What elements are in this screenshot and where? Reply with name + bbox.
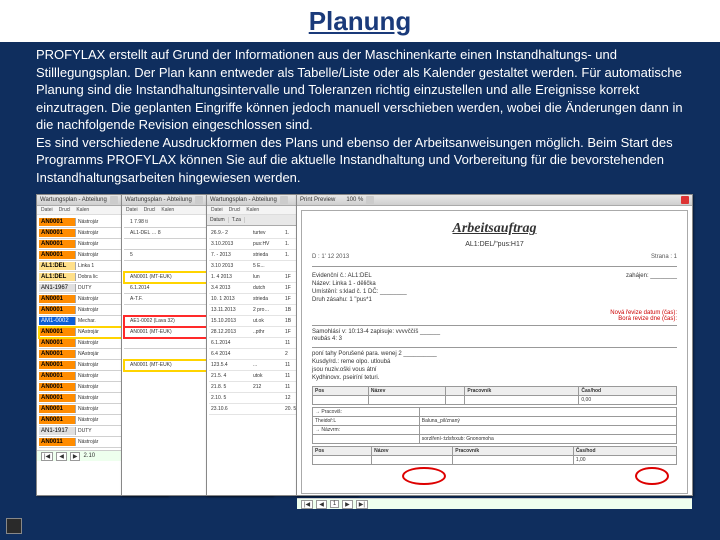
pager-page: 1 [330,500,339,508]
window-title: Wartungsplan - Abteilung [125,197,192,203]
close-icon[interactable] [681,196,689,204]
pager-first[interactable]: |◀ [301,500,313,509]
menu-datei[interactable]: Datei [126,207,138,213]
menu-kalen[interactable]: Kalen [246,207,259,213]
pager-next[interactable]: ▶ [342,500,353,509]
report-subtitle: AL1:DEL/"pus:H17 [312,241,677,248]
menu-druck[interactable]: Drucl [144,207,156,213]
highlight-circle-1 [402,467,446,485]
body-paragraph: PROFYLAX erstellt auf Grund der Informat… [0,42,720,194]
report-title: Arbeitsauftrag [312,221,677,237]
slide-bullet [6,518,22,534]
report-block-2: Samohlásí v: 10:13-4 zapisuje: vvvvččíš … [312,329,677,345]
titlebar: Print Preview 100 % [297,195,692,206]
menu-kalen[interactable]: Kalen [76,207,89,213]
menu-druck[interactable]: Drucl [59,207,71,213]
preview-pager[interactable]: |◀ ◀ 1 ▶ ▶| [297,498,692,509]
menu-kalen[interactable]: Kalen [161,207,174,213]
pager-prev[interactable]: ◀ [56,452,67,461]
highlight-circle-2 [635,467,669,485]
panel-print-preview: Print Preview 100 % Arbeitsauftrag AL1:D… [296,194,693,496]
zoom-indicator[interactable]: 100 % [346,197,363,203]
pager-date: 2.10 [83,453,95,459]
menu-datei[interactable]: Datei [41,207,53,213]
report-page-num: Strana : 1 [651,254,677,260]
report-table-2: → Pracoviš: Theidoř:LBaluna_pil/znaný→ N… [312,407,677,444]
report-block-right: zahájen: ________ [626,273,677,304]
minimize-icon[interactable] [280,196,288,204]
report-page: Arbeitsauftrag AL1:DEL/"pus:H17 D : 1' 1… [301,210,688,494]
menu-druck[interactable]: Drucl [229,207,241,213]
pager-first[interactable]: |◀ [41,452,53,461]
report-table-1: PosNázevPracovníkČas/hod0,00 [312,386,677,405]
report-block-3: poní tahy Porušené para. wenej 2 _______… [312,351,677,382]
pager-prev[interactable]: ◀ [316,500,327,509]
report-red-note: Nová řevize datum (čas): Borá revize dne… [312,310,677,322]
screenshot-collage: Wartungsplan - Abteilung Datei Drucl Kal… [36,194,692,504]
menu-datei[interactable]: Datei [211,207,223,213]
window-title: Print Preview [300,197,335,203]
report-date: D : 1' 12 2013 [312,254,349,260]
pager-next[interactable]: ▶ [70,452,81,461]
page-title: Planung [0,0,720,37]
report-table-3: PosNázevPracovníkČas/hod1,00 [312,446,677,465]
pager-last[interactable]: ▶| [356,500,368,509]
minimize-icon[interactable] [195,196,203,204]
minimize-icon[interactable] [366,196,374,204]
minimize-icon[interactable] [110,196,118,204]
window-title: Wartungsplan - Abteilung [210,197,277,203]
report-block-1: Evidenční č.: AL1:DELNázev: Linka 1 - dě… [312,273,407,304]
window-title: Wartungsplan - Abteilung [40,197,107,203]
